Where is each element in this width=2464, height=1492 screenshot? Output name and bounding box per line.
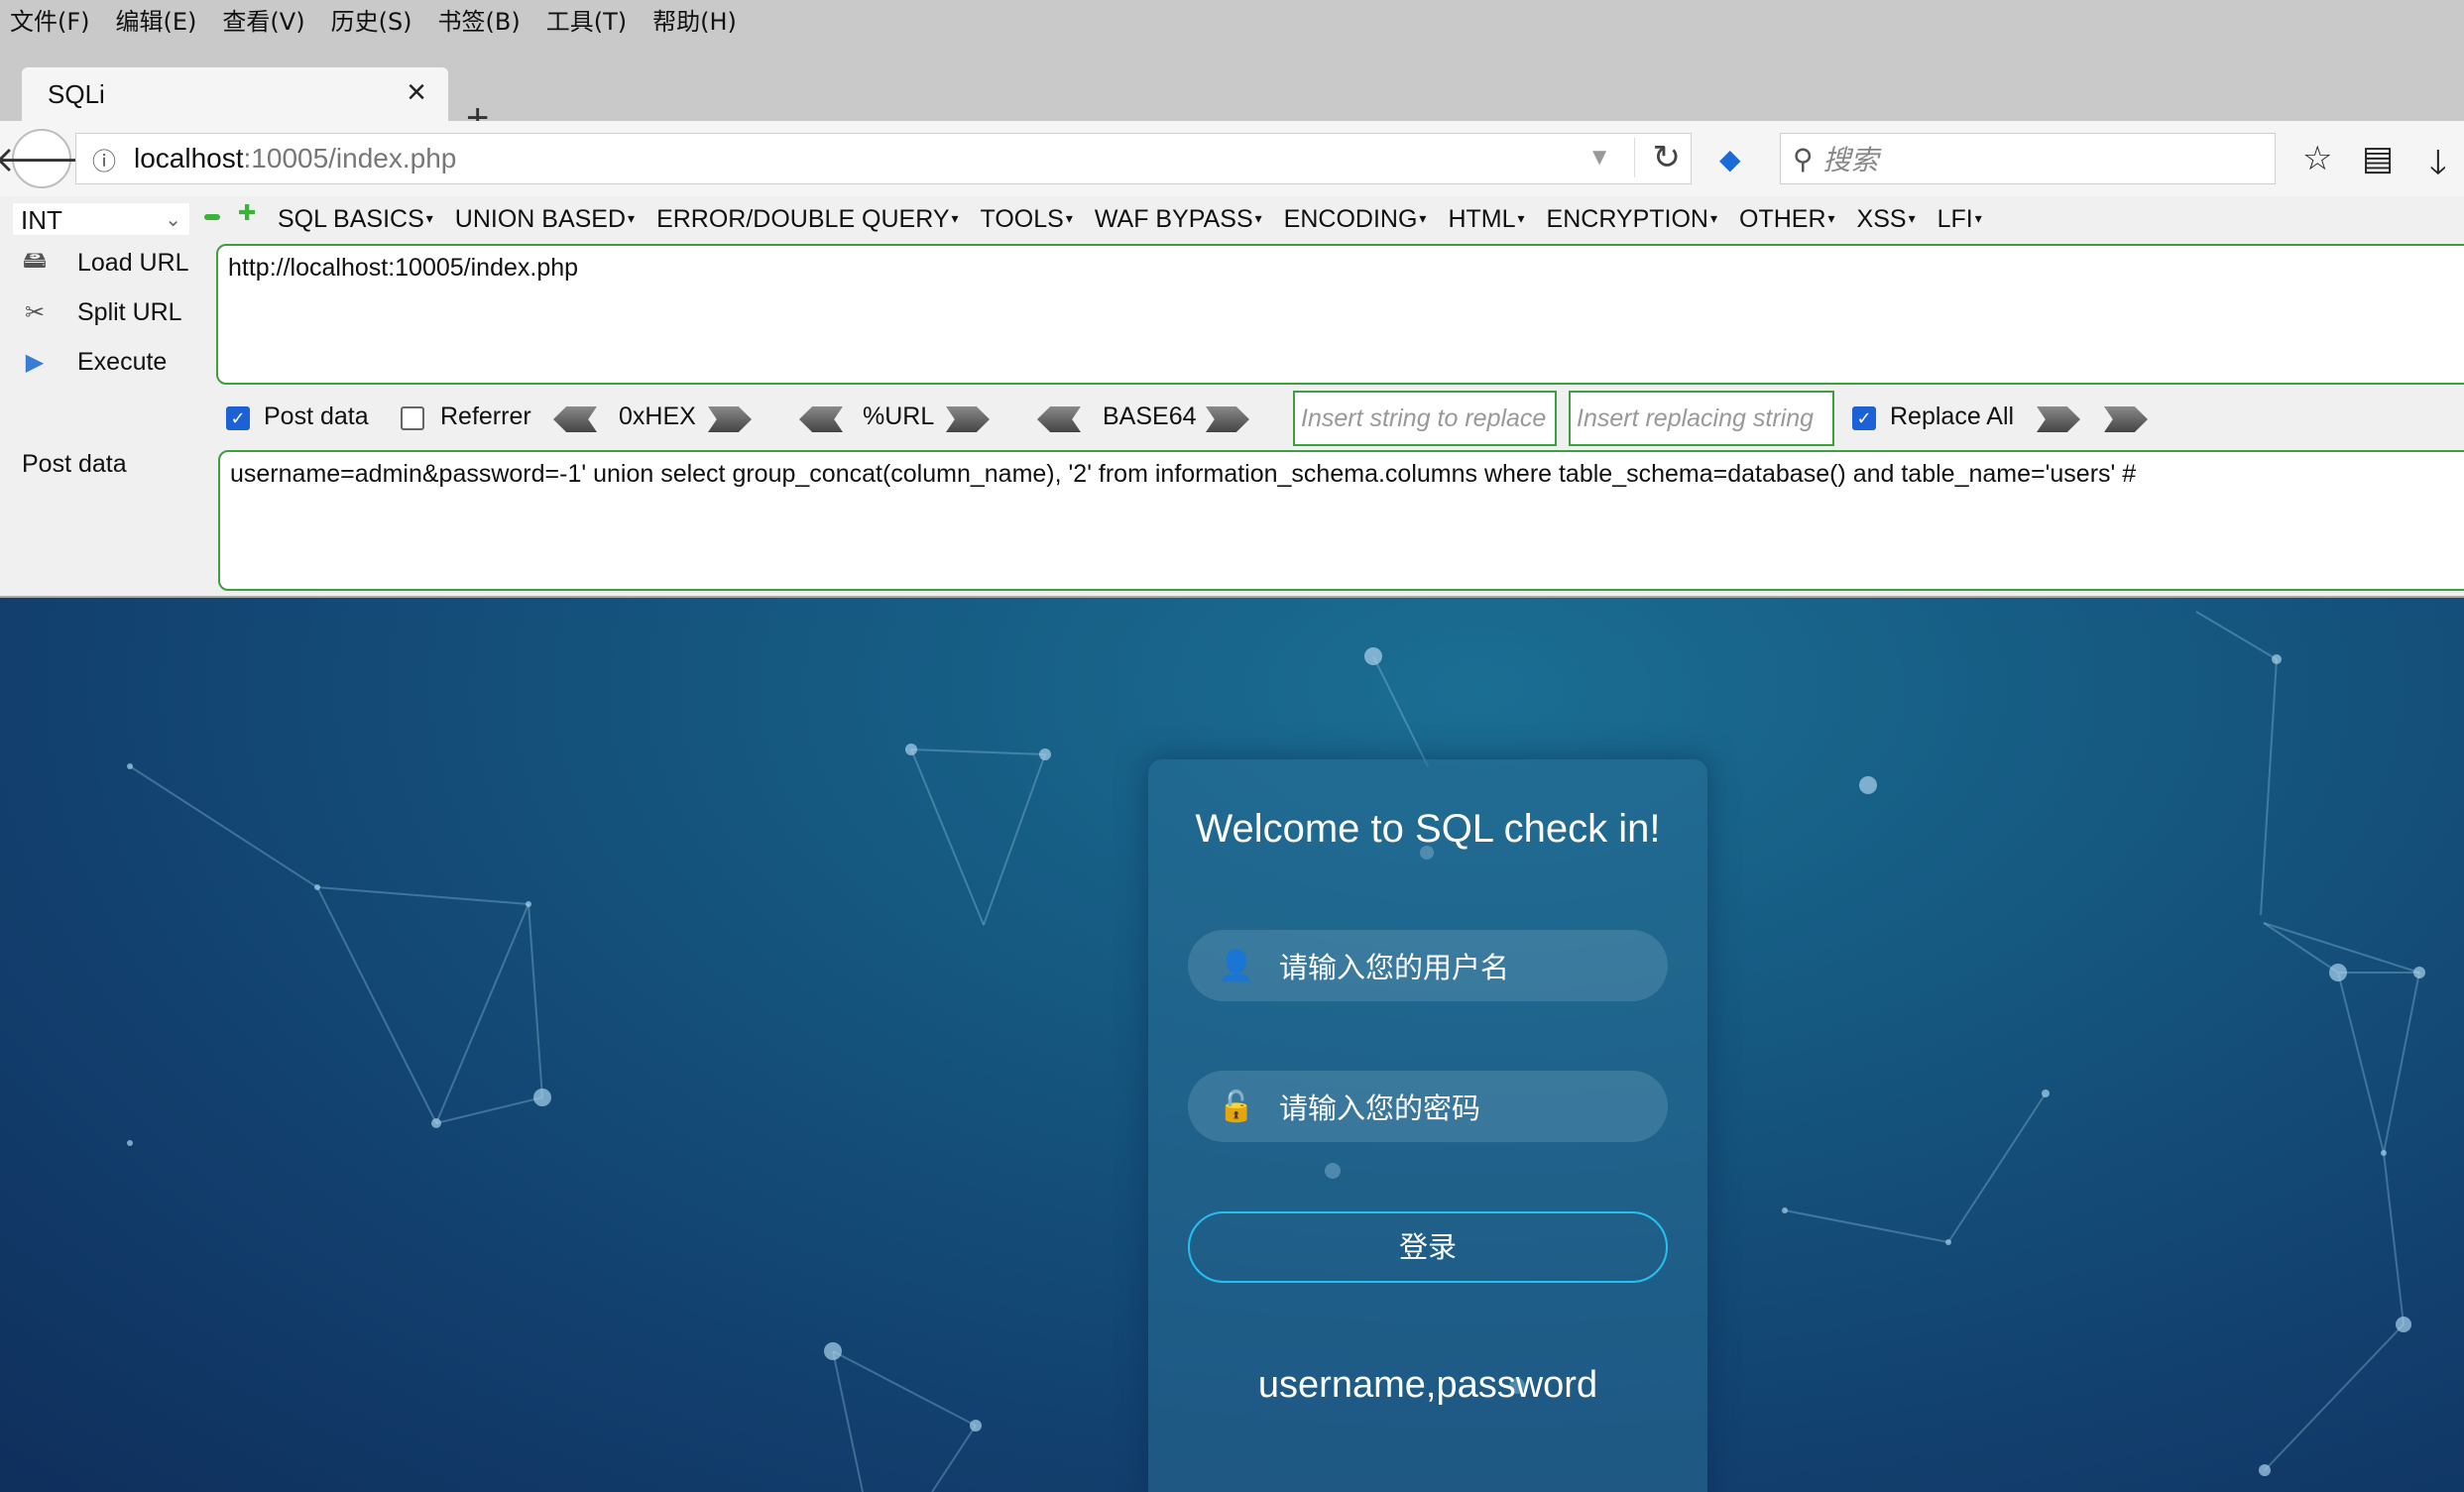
url-decode-arrow-icon[interactable] xyxy=(799,406,843,432)
execute-label: Execute xyxy=(77,347,168,376)
load-url-icon: 🖴 xyxy=(22,246,48,274)
menu-html[interactable]: HTML xyxy=(1448,205,1524,234)
menu-waf-bypass[interactable]: WAF BYPASS xyxy=(1095,205,1262,234)
url-bar[interactable]: ⓘ localhost:10005/index.php ▼ ↻ xyxy=(75,133,1692,184)
query-result-text: username,password xyxy=(1257,1364,1598,1406)
load-url-label: Load URL xyxy=(77,248,189,277)
replace-next-arrow-icon[interactable] xyxy=(2104,406,2148,432)
menu-error-double-query[interactable]: ERROR/DOUBLE QUERY xyxy=(656,205,958,234)
tab-title: SQLi xyxy=(48,78,105,109)
login-button[interactable]: 登录 xyxy=(1188,1211,1668,1283)
hex-encode-arrow-icon[interactable] xyxy=(708,406,752,432)
lock-icon: 🔓 xyxy=(1218,1090,1255,1123)
url-host: localhost xyxy=(134,143,244,173)
menu-other[interactable]: OTHER xyxy=(1739,205,1835,234)
menu-bookmarks[interactable]: 书签(B) xyxy=(438,2,521,37)
info-icon[interactable]: ⓘ xyxy=(84,142,124,176)
split-url-icon: ✂ xyxy=(24,298,46,326)
replace-to-input[interactable]: Insert replacing string xyxy=(1569,391,1834,446)
url-path: :10005/index.php xyxy=(243,143,457,173)
extension-icon[interactable]: ◆ xyxy=(1719,143,1749,174)
post-data-checkbox[interactable]: ✓ xyxy=(226,406,250,430)
replace-from-input[interactable]: Insert string to replace xyxy=(1293,391,1557,446)
menu-edit[interactable]: 编辑(E) xyxy=(116,2,197,37)
url-encode-label: %URL xyxy=(863,402,935,430)
login-title: Welcome to SQL check in! xyxy=(1195,807,1661,851)
menu-tools[interactable]: 工具(T) xyxy=(546,2,627,37)
menu-sql-basics[interactable]: SQL BASICS xyxy=(278,205,433,234)
menu-tools[interactable]: TOOLS xyxy=(981,205,1073,234)
plus-icon[interactable]: ✚ xyxy=(238,200,258,226)
tab-sqli[interactable]: SQLi × xyxy=(22,67,448,121)
menu-file[interactable]: 文件(F) xyxy=(10,2,90,37)
password-placeholder: 请输入您的密码 xyxy=(1279,1091,1481,1125)
split-url-button[interactable]: ✂ Split URL xyxy=(18,295,182,329)
minus-icon[interactable] xyxy=(204,214,220,220)
login-card: Welcome to SQL check in! 👤 请输入您的用户名 🔓 请输… xyxy=(1148,759,1707,1492)
username-input[interactable]: 👤 请输入您的用户名 xyxy=(1188,930,1668,1001)
load-url-button[interactable]: 🖴 Load URL xyxy=(18,246,189,280)
menu-lfi[interactable]: LFI xyxy=(1937,205,1982,234)
page-content: Welcome to SQL check in! 👤 请输入您的用户名 🔓 请输… xyxy=(0,598,2464,1492)
url-encode-arrow-icon[interactable] xyxy=(946,406,990,432)
replace-all-label: Replace All xyxy=(1890,402,2015,430)
menu-help[interactable]: 帮助(H) xyxy=(652,2,737,37)
execute-button[interactable]: ▶ Execute xyxy=(18,345,168,379)
post-data-textarea[interactable]: username=admin&password=-1' union select… xyxy=(218,450,2464,591)
url-textarea[interactable]: http://localhost:10005/index.php xyxy=(216,244,2464,385)
chevron-down-icon: ⌄ xyxy=(165,209,181,231)
back-button[interactable]: 🡐 xyxy=(0,129,89,188)
menu-encryption[interactable]: ENCRYPTION xyxy=(1547,205,1717,234)
hackbar-menu: SQL BASICS UNION BASED ERROR/DOUBLE QUER… xyxy=(278,202,2004,236)
search-bar[interactable]: ⚲ 搜索 xyxy=(1780,133,2276,184)
type-select-value: INT xyxy=(21,205,62,235)
password-input[interactable]: 🔓 请输入您的密码 xyxy=(1188,1071,1668,1142)
replace-arrow-icon[interactable] xyxy=(2037,406,2080,432)
menu-history[interactable]: 历史(S) xyxy=(331,2,412,37)
hackbar-options-row: ✓ Post data Referrer 0xHEX %URL BASE64 I… xyxy=(226,391,2464,448)
post-data-label: Post data xyxy=(22,450,127,478)
hex-decode-arrow-icon[interactable] xyxy=(553,406,597,432)
hackbar-panel: INT ⌄ ✚ SQL BASICS UNION BASED ERROR/DOU… xyxy=(0,196,2464,598)
search-placeholder: 搜索 xyxy=(1822,144,1879,176)
post-data-checkbox-label: Post data xyxy=(264,402,369,430)
dropdown-icon[interactable]: ▼ xyxy=(1587,144,1611,172)
referrer-checkbox[interactable] xyxy=(401,406,424,430)
base64-decode-arrow-icon[interactable] xyxy=(1037,406,1081,432)
split-url-label: Split URL xyxy=(77,297,182,326)
base64-encode-arrow-icon[interactable] xyxy=(1206,406,1249,432)
reading-list-icon[interactable]: ▤ xyxy=(2362,139,2394,178)
download-icon[interactable]: 🡓 xyxy=(2429,139,2447,195)
referrer-checkbox-label: Referrer xyxy=(440,402,531,430)
tab-strip: SQLi × + xyxy=(0,38,2464,138)
menu-union-based[interactable]: UNION BASED xyxy=(455,205,635,234)
username-placeholder: 请输入您的用户名 xyxy=(1279,951,1510,984)
hex-label: 0xHEX xyxy=(619,402,696,430)
reload-icon[interactable]: ↻ xyxy=(1633,138,1681,177)
type-select[interactable]: INT ⌄ xyxy=(12,202,190,236)
nav-bar: 🡐 ⓘ localhost:10005/index.php ▼ ↻ ◆ ⚲ 搜索… xyxy=(0,121,2464,196)
menu-xss[interactable]: XSS xyxy=(1857,205,1916,234)
menu-encoding[interactable]: ENCODING xyxy=(1284,205,1427,234)
search-icon: ⚲ xyxy=(1793,143,1814,174)
menu-bar: 文件(F) 编辑(E) 查看(V) 历史(S) 书签(B) 工具(T) 帮助(H… xyxy=(0,0,2464,38)
user-icon: 👤 xyxy=(1218,949,1255,982)
close-tab-icon[interactable]: × xyxy=(407,75,426,109)
base64-label: BASE64 xyxy=(1103,402,1197,430)
bookmark-star-icon[interactable]: ☆ xyxy=(2302,139,2332,178)
menu-view[interactable]: 查看(V) xyxy=(222,2,304,37)
replace-all-checkbox[interactable]: ✓ xyxy=(1852,406,1876,430)
execute-icon: ▶ xyxy=(25,348,45,376)
